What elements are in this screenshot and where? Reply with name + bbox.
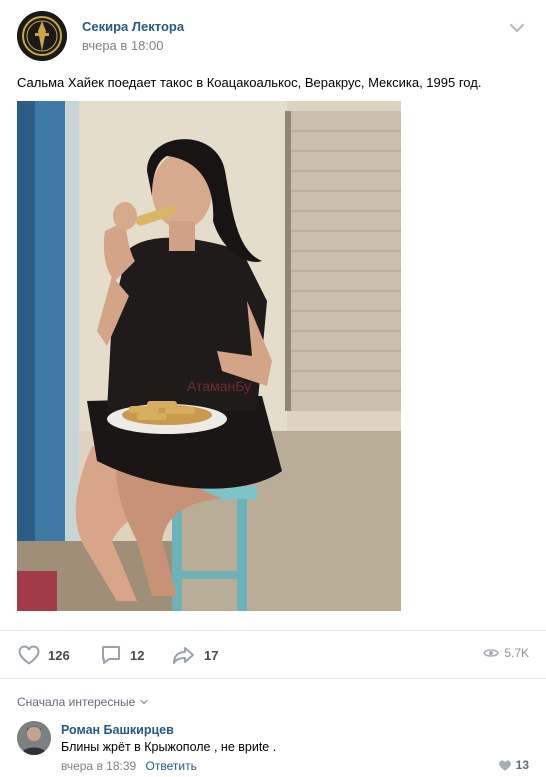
reply-button[interactable]: Ответить — [146, 759, 197, 773]
comments-count: 12 — [130, 647, 145, 663]
post-author-name[interactable]: Секира Лектора — [82, 19, 184, 34]
like-button[interactable]: 126 — [17, 643, 70, 667]
sort-label-text: Сначала интересные — [17, 695, 136, 709]
comment-likes-count: 13 — [515, 758, 529, 772]
comment-button[interactable]: 12 — [99, 643, 144, 667]
commenter-avatar[interactable] — [17, 721, 51, 755]
post-header: Секира Лектора вчера в 18:00 — [0, 0, 546, 70]
share-button[interactable]: 17 — [171, 643, 218, 667]
views-count: 5.7K — [504, 646, 529, 660]
comment-text: Блины жрёт в Крыжополе , не вриte . — [61, 740, 277, 754]
chevron-down-icon — [140, 699, 148, 705]
chevron-down-icon[interactable] — [507, 18, 527, 38]
shares-count: 17 — [204, 647, 219, 663]
post-action-bar: 126 12 17 5.7K — [0, 630, 546, 678]
comment-like-button[interactable]: 13 — [498, 758, 529, 772]
post-photo[interactable]: АтаманБу — [17, 101, 401, 611]
eye-icon — [483, 649, 500, 657]
comment-timestamp[interactable]: вчера в 18:39 — [61, 759, 136, 773]
views-indicator: 5.7K — [483, 646, 529, 660]
comment-meta: вчера в 18:39 Ответить — [61, 759, 197, 773]
share-arrow-icon — [173, 647, 194, 664]
comments-sort-bar: Сначала интересные — [0, 678, 546, 709]
author-avatar-emblem — [17, 11, 67, 61]
comment-item: Роман Башкирцев Блины жрёт в Крыжополе ,… — [0, 715, 546, 777]
comments-sort-dropdown[interactable]: Сначала интересные — [17, 695, 149, 709]
photo-watermark: АтаманБу — [187, 378, 251, 394]
post-timestamp[interactable]: вчера в 18:00 — [82, 38, 163, 53]
commenter-name[interactable]: Роман Башкирцев — [61, 723, 174, 737]
post-text: Сальма Хайек поедает такос в Коацакоальк… — [17, 75, 482, 90]
likes-count: 126 — [48, 647, 70, 663]
heart-icon — [18, 645, 40, 665]
post-photo-image: АтаманБу — [17, 101, 401, 611]
heart-icon — [498, 760, 511, 771]
commenter-avatar-image — [17, 721, 51, 755]
author-avatar[interactable] — [17, 11, 67, 61]
comment-icon — [102, 646, 120, 664]
